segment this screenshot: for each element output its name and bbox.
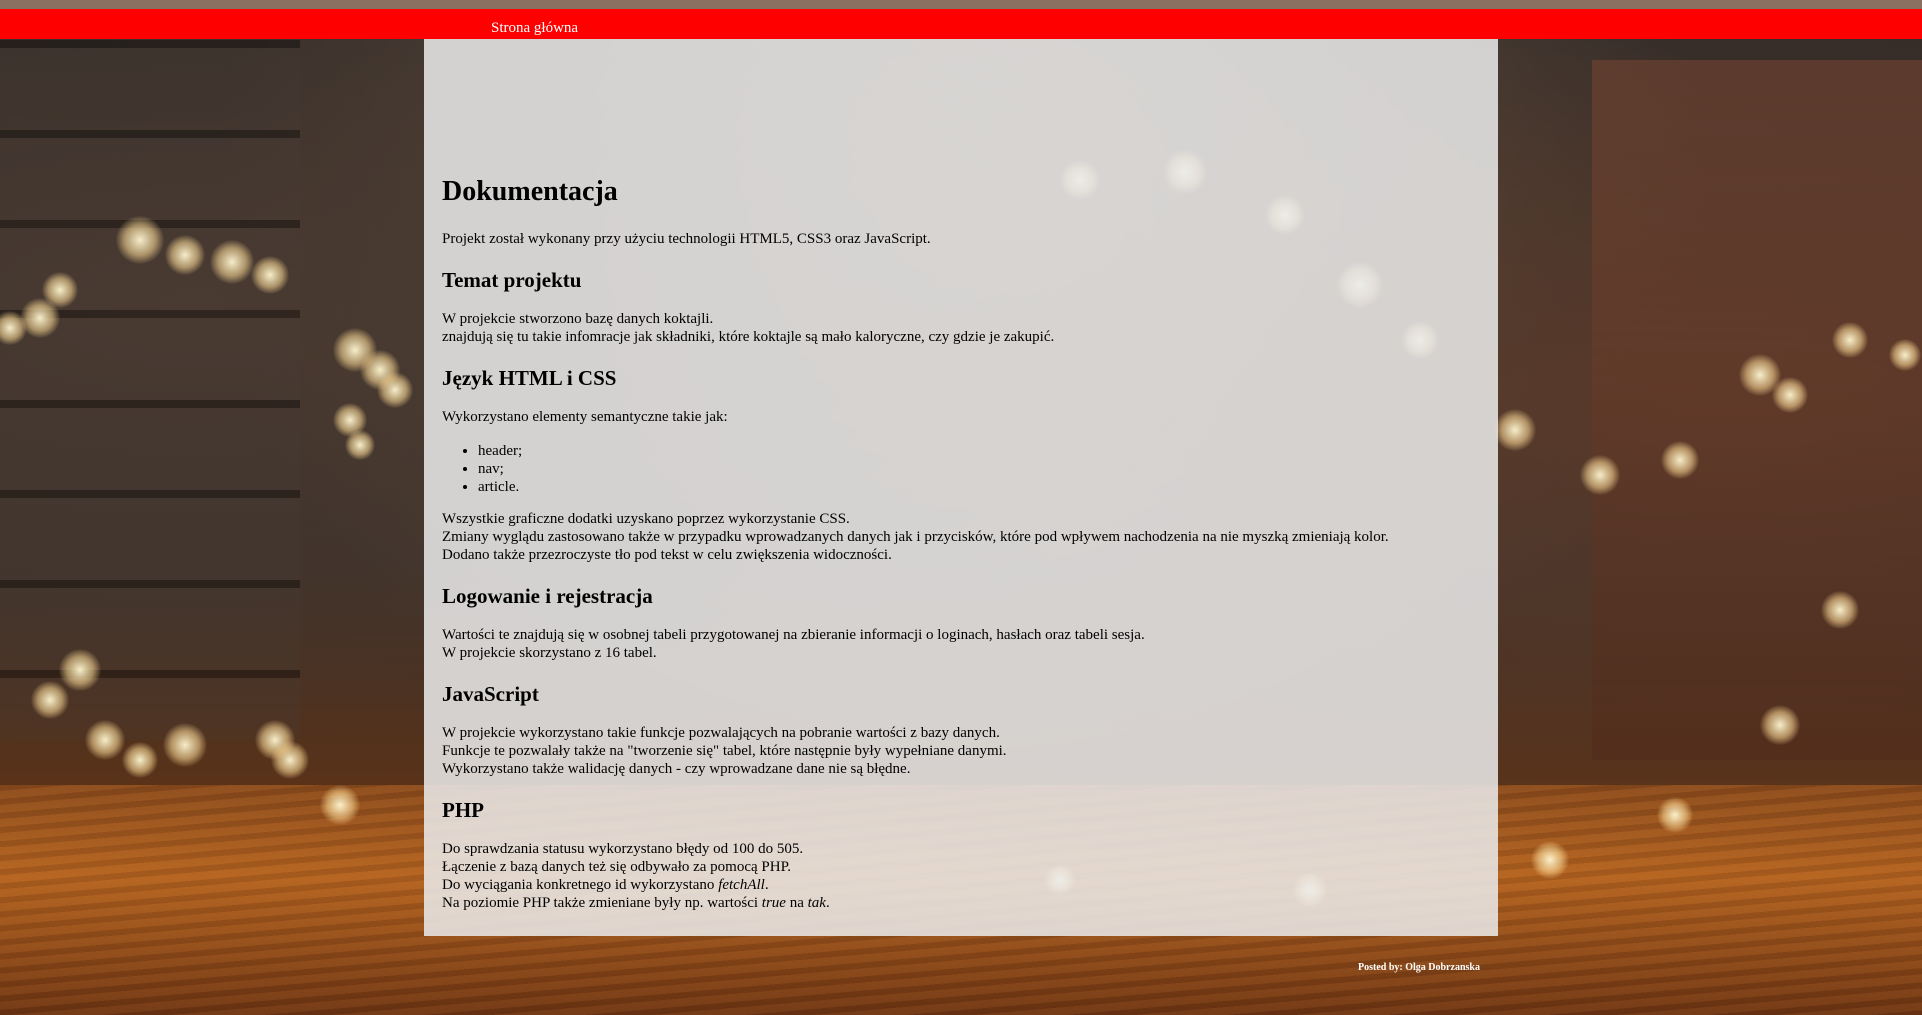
bokeh-light (210, 240, 254, 284)
bokeh-light (116, 216, 164, 264)
page-title: Dokumentacja (442, 176, 618, 207)
bokeh-light (1657, 797, 1693, 833)
background-window (1592, 60, 1922, 760)
text-line: Funkcje te pozwalały także na "tworzenie… (442, 743, 1007, 759)
bokeh-light (1832, 322, 1868, 358)
bokeh-light (251, 256, 289, 294)
section-intro-html-css: Wykorzystano elementy semantyczne takie … (442, 409, 728, 425)
list-item: article. (478, 478, 1480, 496)
bokeh-light (1772, 377, 1808, 413)
list-item: nav; (478, 460, 1480, 478)
bokeh-light (1760, 705, 1800, 745)
bokeh-light (31, 681, 69, 719)
section-heading-topic: Temat projektu (442, 268, 582, 292)
section-text-topic: W projekcie stworzono bazę danych koktaj… (442, 310, 1480, 346)
text-fragment: na (785, 895, 808, 911)
bokeh-light (271, 741, 309, 779)
bokeh-light (122, 742, 158, 778)
intro-paragraph: Projekt został wykonany przy użyciu tech… (442, 231, 931, 247)
bokeh-light (345, 430, 375, 460)
bokeh-light (1494, 409, 1536, 451)
text-line: Wykorzystano także walidację danych - cz… (442, 761, 911, 777)
text-line: Wszystkie graficzne dodatki uzyskano pop… (442, 511, 850, 527)
text-line: Do wyciągania konkretnego id wykorzystan… (442, 876, 1480, 894)
code-term: true (761, 895, 786, 911)
text-line: W projekcie stworzono bazę danych koktaj… (442, 311, 714, 327)
text-line: W projekcie skorzystano z 16 tabel. (442, 645, 657, 661)
bokeh-light (1661, 441, 1699, 479)
bokeh-light (320, 785, 360, 825)
list-item: header; (478, 442, 1480, 460)
bokeh-light (59, 649, 101, 691)
section-text-html-css: Wszystkie graficzne dodatki uzyskano pop… (442, 510, 1480, 564)
bokeh-light (1889, 339, 1921, 371)
text-line: Na poziomie PHP także zmieniane były np.… (442, 894, 1480, 912)
bokeh-light (85, 720, 125, 760)
section-text-javascript: W projekcie wykorzystano takie funkcje p… (442, 724, 1480, 778)
navbar: Strona główna (0, 9, 1922, 39)
code-term: tak (807, 895, 826, 911)
text-line: Dodano także przezroczyste tło pod tekst… (442, 547, 892, 563)
bokeh-light (1821, 591, 1859, 629)
background-shelf (0, 40, 300, 740)
bokeh-light (165, 235, 205, 275)
bokeh-light (1580, 455, 1620, 495)
text-fragment: . (825, 895, 830, 911)
documentation-panel: Dokumentacja Projekt został wykonany prz… (424, 39, 1498, 936)
top-strip (0, 0, 1922, 9)
nav-link-home[interactable]: Strona główna (491, 20, 578, 37)
text-fragment: Do wyciągania konkretnego id wykorzystan… (442, 877, 719, 893)
bokeh-light (163, 723, 207, 767)
text-line: znajdują się tu takie infomracje jak skł… (442, 329, 1055, 345)
footer-posted-by: Posted by: Olga Dobrzanska (1358, 962, 1480, 973)
section-heading-javascript: JavaScript (442, 682, 539, 706)
text-line: Łączenie z bazą danych też się odbywało … (442, 859, 792, 875)
code-term: fetchAll (718, 877, 765, 893)
section-heading-php: PHP (442, 798, 484, 822)
section-text-php: Do sprawdzania statusu wykorzystano błęd… (442, 840, 1480, 912)
text-line: Do sprawdzania statusu wykorzystano błęd… (442, 841, 804, 857)
semantic-elements-list: header; nav; article. (442, 442, 1480, 496)
bokeh-light (377, 372, 413, 408)
section-heading-html-css: Język HTML i CSS (442, 366, 617, 390)
text-fragment: Na poziomie PHP także zmieniane były np.… (442, 895, 762, 911)
section-heading-login: Logowanie i rejestracja (442, 584, 653, 608)
text-line: Zmiany wyglądu zastosowano także w przyp… (442, 529, 1389, 545)
text-line: Wartości te znajdują się w osobnej tabel… (442, 627, 1145, 643)
text-line: W projekcie wykorzystano takie funkcje p… (442, 725, 1000, 741)
bokeh-light (1531, 841, 1569, 879)
section-text-login: Wartości te znajdują się w osobnej tabel… (442, 626, 1480, 662)
text-fragment: . (764, 877, 769, 893)
